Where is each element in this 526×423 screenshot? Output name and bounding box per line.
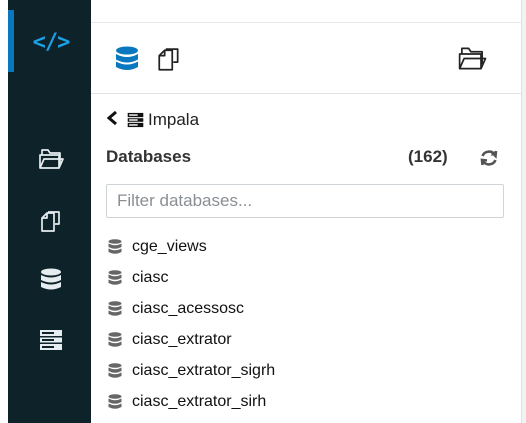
- header-divider: [91, 93, 521, 94]
- editor-code-icon[interactable]: </>: [33, 22, 71, 62]
- database-icon: [108, 269, 122, 285]
- folder-open-icon[interactable]: [456, 42, 488, 74]
- sql-database-tab-icon[interactable]: [113, 45, 141, 75]
- chevron-left-icon[interactable]: [106, 110, 118, 131]
- database-icon[interactable]: [34, 266, 68, 296]
- database-name: ciasc_extrator: [132, 330, 232, 348]
- server-icon[interactable]: [34, 325, 68, 355]
- database-name: ciasc_extrator_sigrh: [132, 361, 276, 379]
- server-icon: [127, 112, 144, 128]
- documents-tab-icon[interactable]: [154, 45, 184, 75]
- database-name: cge_views: [132, 237, 207, 255]
- database-name: ciasc_acessosc: [132, 299, 245, 317]
- list-item[interactable]: cge_views: [108, 231, 275, 262]
- database-icon: [108, 393, 122, 409]
- databases-title: Databases: [106, 147, 192, 166]
- list-item[interactable]: ciasc_extrator: [108, 324, 275, 355]
- rail-active-indicator: [8, 10, 14, 72]
- database-icon: [108, 362, 122, 378]
- database-list: cge_views ciasc ciasc_acessosc ciasc_ext…: [108, 231, 275, 417]
- breadcrumb-label[interactable]: Impala: [148, 110, 199, 130]
- filter-databases-input[interactable]: [106, 184, 504, 218]
- folder-open-icon[interactable]: [34, 144, 68, 174]
- list-item[interactable]: ciasc_extrator_sigrh: [108, 355, 275, 386]
- database-icon: [108, 331, 122, 347]
- breadcrumb: Impala: [106, 108, 199, 132]
- database-name: ciasc: [132, 268, 169, 286]
- refresh-icon[interactable]: [479, 148, 499, 168]
- list-item[interactable]: ciasc: [108, 262, 275, 293]
- documents-icon[interactable]: [34, 207, 68, 237]
- list-item[interactable]: ciasc_acessosc: [108, 293, 275, 324]
- list-item[interactable]: ciasc_extrator_sirh: [108, 386, 275, 417]
- top-divider: [91, 22, 521, 23]
- database-icon: [108, 300, 122, 316]
- databases-count: (162): [408, 147, 448, 166]
- database-name: ciasc_extrator_sirh: [132, 392, 267, 410]
- panel-splitter[interactable]: [521, 0, 526, 423]
- database-icon: [108, 238, 122, 254]
